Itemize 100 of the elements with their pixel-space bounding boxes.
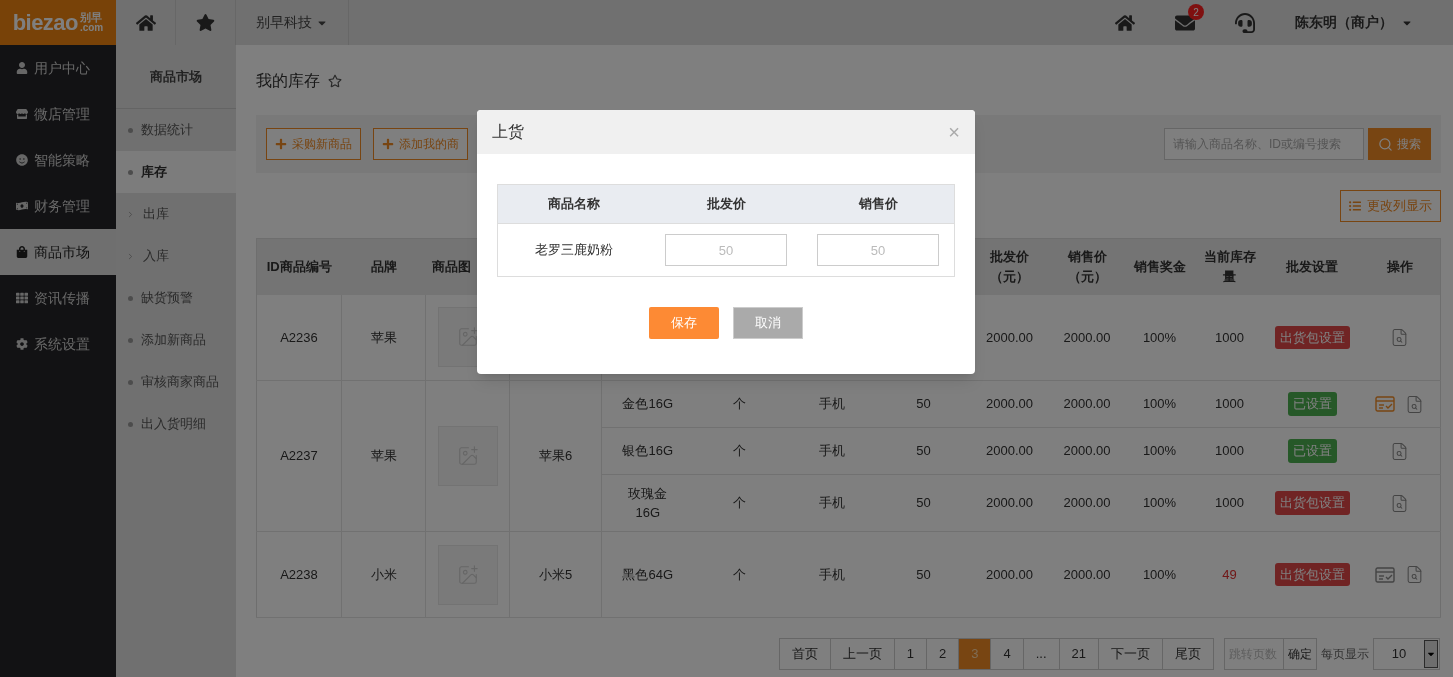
chevron-icon: [126, 251, 135, 261]
table-cell: 2000.00: [986, 495, 1033, 511]
column-header: 商品名称: [547, 195, 601, 214]
menu-icon: [16, 246, 28, 258]
page-title: 我的库存: [256, 71, 320, 91]
checklist-icon[interactable]: [1375, 396, 1396, 412]
column-header: 销售价: [857, 195, 899, 214]
stock-cell: 1000: [1215, 495, 1244, 511]
table-cell: 50: [916, 566, 931, 582]
column-header: 当前库存量: [1203, 249, 1256, 284]
add-button[interactable]: 添加我的商: [373, 128, 468, 160]
column-settings-button[interactable]: 更改列显示: [1340, 189, 1441, 222]
table-cell: 2000.00: [986, 396, 1033, 412]
price-field[interactable]: 50: [817, 234, 939, 266]
menu-icon: [16, 200, 28, 212]
table-cell: 手机: [818, 566, 845, 582]
submenu-item[interactable]: 出入货明细: [116, 403, 236, 445]
stock-cell: 1000: [1215, 396, 1244, 412]
status-badge[interactable]: 出货包设置: [1274, 325, 1350, 349]
table-cell: 50: [916, 396, 931, 412]
column-header: 商品图: [431, 259, 471, 274]
stock-cell: 1000: [1215, 329, 1244, 345]
table-cell: 2000.00: [1063, 495, 1111, 511]
table-cell: 小米5: [538, 566, 573, 582]
column-header: 批发价（元）: [990, 249, 1029, 284]
bullet-icon: [128, 295, 133, 301]
table-cell: A2238: [280, 566, 318, 582]
table-cell: 玫瑰金16G: [628, 485, 668, 520]
column-header: ID商品编号: [266, 259, 332, 274]
submenu-item[interactable]: 出库: [116, 193, 236, 235]
checklist-icon[interactable]: [1375, 566, 1396, 583]
menu-icon: [16, 338, 28, 350]
table-cell: 2000.00: [1063, 396, 1111, 412]
plus-icon: [382, 138, 394, 150]
table-cell: A2237: [280, 448, 318, 464]
column-header: 批发价: [705, 195, 747, 214]
bullet-icon: [128, 169, 133, 175]
submenu-title: 商品市场: [116, 45, 236, 109]
sidebar-item[interactable]: 商品市场: [0, 229, 116, 275]
table-cell: 苹果: [370, 448, 397, 464]
status-badge[interactable]: 出货包设置: [1274, 491, 1350, 515]
sidebar-item[interactable]: 资讯传播: [0, 275, 116, 321]
price-field[interactable]: 50: [665, 234, 787, 266]
status-badge[interactable]: 出货包设置: [1274, 562, 1350, 587]
bullet-icon: [128, 421, 133, 427]
column-header: 品牌: [370, 259, 397, 274]
search-icon: [1378, 136, 1393, 152]
sidebar-item[interactable]: 系统设置: [0, 321, 116, 367]
search-button[interactable]: 搜索: [1368, 128, 1431, 160]
per-page-label: 每页显示: [1321, 646, 1369, 663]
add-button[interactable]: 采购新商品: [266, 128, 361, 160]
menu-icon: [16, 108, 28, 120]
table-cell: 2000.00: [1063, 566, 1111, 582]
bullet-icon: [128, 127, 133, 133]
status-badge[interactable]: 已设置: [1287, 439, 1337, 463]
headset-icon[interactable]: [1235, 12, 1255, 33]
plus-icon: [275, 138, 287, 150]
sidebar-item[interactable]: 微店管理: [0, 91, 116, 137]
home-icon[interactable]: [135, 12, 156, 33]
star-icon[interactable]: [328, 74, 342, 88]
table-cell: 2000.00: [1063, 329, 1111, 345]
per-page-select[interactable]: 10: [1373, 638, 1440, 670]
cancel-button[interactable]: 取消: [733, 307, 803, 339]
table-cell: 50: [916, 443, 931, 459]
menu-icon: [16, 62, 28, 74]
table-cell: 2000.00: [1063, 443, 1111, 459]
sidebar-item[interactable]: 财务管理: [0, 183, 116, 229]
submenu-item[interactable]: 库存: [116, 151, 236, 193]
home-icon[interactable]: [1115, 12, 1135, 33]
submenu-item[interactable]: 数据统计: [116, 109, 236, 151]
star-icon[interactable]: [196, 13, 215, 32]
column-header: 操作: [1386, 259, 1413, 274]
confirm-button[interactable]: 确定: [1284, 638, 1317, 670]
table-cell: 小米: [370, 566, 397, 582]
table-cell: 2000.00: [986, 566, 1033, 582]
table-cell: 100%: [1142, 329, 1177, 345]
dialog-title: 上货: [492, 122, 524, 142]
submenu-item[interactable]: 添加新商品: [116, 319, 236, 361]
notification-badge: 2: [1188, 4, 1204, 20]
user-menu[interactable]: 陈东明（商户）: [1275, 0, 1433, 45]
submenu-item[interactable]: 入库: [116, 235, 236, 277]
submenu-item[interactable]: 审核商家商品: [116, 361, 236, 403]
table-cell: 手机: [818, 495, 845, 511]
list-icon: [1349, 199, 1361, 212]
submenu-item[interactable]: 缺货预警: [116, 277, 236, 319]
menu-icon: [16, 154, 28, 166]
table-cell: 100%: [1142, 443, 1177, 459]
column-header: 销售价（元）: [1067, 249, 1107, 284]
column-header: 销售奖金: [1133, 259, 1186, 274]
table-cell: 手机: [818, 443, 845, 459]
close-button[interactable]: ×: [948, 122, 960, 142]
company-dropdown[interactable]: 别早科技: [236, 0, 349, 45]
table-cell-text: 老罗三鹿奶粉: [534, 241, 614, 260]
sidebar-item[interactable]: 用户中心: [0, 45, 116, 91]
column-header: 批发设置: [1286, 259, 1338, 274]
image-icon: [456, 326, 479, 349]
save-button[interactable]: 保存: [649, 307, 719, 339]
status-badge[interactable]: 已设置: [1287, 392, 1337, 416]
sidebar-item[interactable]: 智能策略: [0, 137, 116, 183]
table-cell: 个: [733, 495, 746, 511]
